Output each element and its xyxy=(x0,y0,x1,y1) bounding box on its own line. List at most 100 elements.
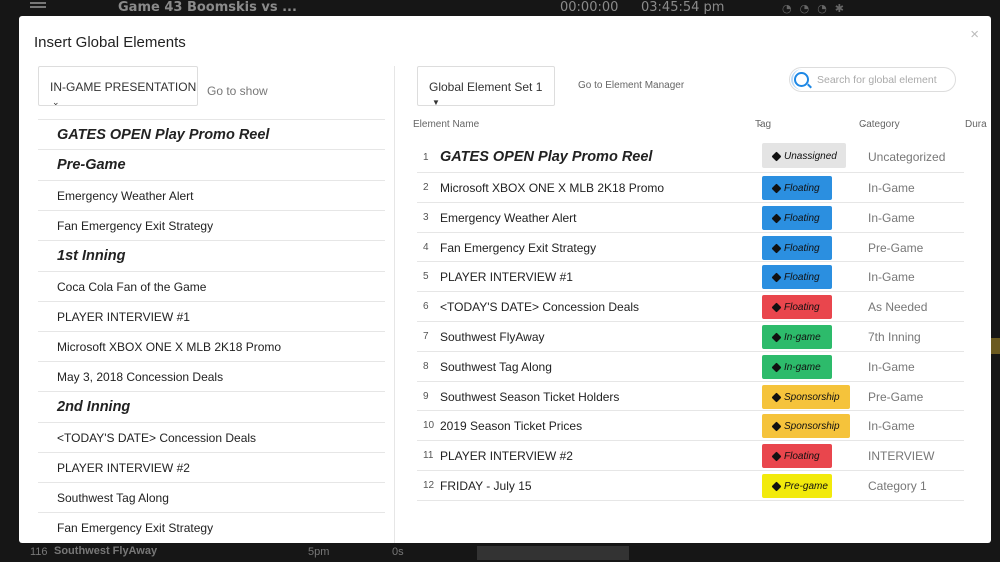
rundown-segment-header[interactable]: 1st Inning xyxy=(38,241,385,272)
background-row-name: Southwest FlyAway xyxy=(54,545,158,557)
tag-badge[interactable]: Unassigned xyxy=(762,143,846,168)
element-category: Category 1 xyxy=(868,478,927,493)
background-row-duration: 0s xyxy=(392,546,404,558)
rundown-segment-header[interactable]: GATES OPEN Play Promo Reel xyxy=(38,119,385,150)
table-row[interactable]: 5 PLAYER INTERVIEW #1 Floating In-Game xyxy=(417,262,964,293)
row-number: 7 xyxy=(423,330,429,342)
rundown-item[interactable]: <TODAY'S DATE> Concession Deals xyxy=(38,423,385,453)
tag-badge[interactable]: Floating xyxy=(762,265,832,290)
background-row-bar xyxy=(477,546,629,560)
rundown-item[interactable]: Southwest Tag Along xyxy=(38,483,385,513)
element-name: Southwest Tag Along xyxy=(440,359,552,374)
table-row[interactable]: 10 2019 Season Ticket Prices Sponsorship In… xyxy=(417,411,964,442)
background-accent-strip xyxy=(991,338,1000,354)
tag-badge[interactable]: Sponsorship xyxy=(762,384,850,409)
element-category: In-Game xyxy=(868,359,915,374)
element-category: 7th Inning xyxy=(868,329,921,344)
go-to-element-manager-link[interactable]: Go to Element Manager xyxy=(578,80,684,91)
tag-badge[interactable]: Floating xyxy=(762,205,832,230)
show-select-dropdown[interactable]: IN-GAME PRESENTATION ⌄ xyxy=(38,66,198,107)
background-game-title: Game 43 Boomskis vs ... xyxy=(118,0,297,15)
element-name: GATES OPEN Play Promo Reel xyxy=(440,149,653,165)
table-row[interactable]: 8 Southwest Tag Along In-game In-Game xyxy=(417,352,964,382)
tag-badge[interactable]: Floating xyxy=(762,444,832,469)
background-clock: 03:45:54 pm xyxy=(641,0,725,15)
show-rundown-panel: IN-GAME PRESENTATION ⌄ Go to show GATES … xyxy=(19,66,395,543)
rundown-item[interactable]: Fan Emergency Exit Strategy xyxy=(38,513,385,536)
tag-icon xyxy=(771,362,782,373)
tag-badge[interactable]: Sponsorship xyxy=(762,414,850,439)
tag-badge[interactable]: Floating xyxy=(762,176,832,200)
background-rundown-row: 116 Southwest FlyAway 5pm 0s xyxy=(0,543,1000,562)
element-name: Fan Emergency Exit Strategy xyxy=(440,240,597,255)
table-row[interactable]: 11 PLAYER INTERVIEW #2 Floating INTERVIEW xyxy=(417,441,964,471)
element-set-label: Global Element Set 1 xyxy=(429,80,543,94)
table-row[interactable]: 2 Microsoft XBOX ONE X MLB 2K18 Promo Floa… xyxy=(417,173,964,203)
go-to-show-link[interactable]: Go to show xyxy=(207,84,268,98)
element-category: Uncategorized xyxy=(868,150,946,164)
row-number: 6 xyxy=(423,301,429,313)
table-row[interactable]: 4 Fan Emergency Exit Strategy Floating Pre-… xyxy=(417,233,964,263)
tag-icon xyxy=(771,272,782,283)
chevron-down-icon: ⌄ xyxy=(52,97,60,107)
tag-icon xyxy=(771,213,782,224)
tag-badge[interactable]: In-game xyxy=(762,324,832,349)
tag-icon xyxy=(771,151,782,162)
tag-icon xyxy=(771,183,782,194)
row-number: 1 xyxy=(423,152,429,163)
table-row[interactable]: 7 Southwest FlyAway In-game 7th Inning xyxy=(417,322,964,352)
element-name: PLAYER INTERVIEW #1 xyxy=(440,270,573,285)
tag-badge[interactable]: Floating xyxy=(762,235,832,260)
background-row-time: 5pm xyxy=(308,546,330,558)
rundown-item[interactable]: Fan Emergency Exit Strategy xyxy=(38,211,385,241)
element-category: In-Game xyxy=(868,181,915,195)
table-row[interactable]: 1 GATES OPEN Play Promo Reel Unassigned Unc… xyxy=(417,140,964,173)
element-name: FRIDAY - July 15 xyxy=(440,478,532,493)
search-icon xyxy=(791,69,809,90)
rundown-segment-header[interactable]: 2nd Inning xyxy=(38,392,385,423)
tag-label: Pre-game xyxy=(784,480,828,492)
rundown-item[interactable]: Coca Cola Fan of the Game xyxy=(38,272,385,302)
rundown-item[interactable]: May 3, 2018 Concession Deals xyxy=(38,362,385,392)
rundown-item[interactable]: Microsoft XBOX ONE X MLB 2K18 Promo xyxy=(38,332,385,362)
global-element-search[interactable] xyxy=(789,67,956,92)
table-row[interactable]: 6 <TODAY'S DATE> Concession Deals Floating… xyxy=(417,292,964,322)
table-row[interactable]: 9 Southwest Season Ticket Holders Sponsors… xyxy=(417,382,964,412)
element-category: INTERVIEW xyxy=(868,449,935,464)
hamburger-menu-icon xyxy=(30,6,46,8)
table-row[interactable]: 12 FRIDAY - July 15 Pre-game Category 1 xyxy=(417,471,964,501)
tag-badge[interactable]: Floating xyxy=(762,295,832,320)
row-number: 4 xyxy=(423,241,429,253)
element-category: As Needed xyxy=(868,300,928,315)
rundown-item[interactable]: PLAYER INTERVIEW #1 xyxy=(38,302,385,332)
tag-label: Unassigned xyxy=(784,151,837,162)
tag-badge[interactable]: In-game xyxy=(762,354,832,379)
row-number: 5 xyxy=(423,271,429,283)
search-input[interactable] xyxy=(817,72,952,88)
table-row[interactable]: 3 Emergency Weather Alert Floating In-Game xyxy=(417,203,964,233)
element-name: Southwest FlyAway xyxy=(440,329,545,344)
tag-icon xyxy=(771,451,782,462)
column-element-name[interactable]: Element Name xyxy=(413,119,479,130)
tag-icon xyxy=(771,332,782,343)
column-duration[interactable]: Dura xyxy=(965,119,987,130)
tag-label: Floating xyxy=(784,183,820,194)
element-set-dropdown[interactable]: Global Element Set 1 ▼ xyxy=(417,66,555,107)
background-toolbar-icons: ◔◔◔✱ xyxy=(782,2,853,15)
tag-label: Floating xyxy=(784,242,820,254)
tag-badge[interactable]: Pre-game xyxy=(762,473,832,498)
tag-label: In-game xyxy=(784,361,821,373)
element-name: <TODAY'S DATE> Concession Deals xyxy=(440,300,640,315)
background-row-number: 116 xyxy=(30,546,48,558)
close-icon[interactable]: × xyxy=(970,26,979,43)
row-number: 3 xyxy=(423,211,429,223)
row-number: 12 xyxy=(423,479,435,491)
element-name: 2019 Season Ticket Prices xyxy=(440,419,583,434)
element-category: In-Game xyxy=(868,419,915,434)
element-name: Southwest Season Ticket Holders xyxy=(440,389,620,404)
rundown-segment-header[interactable]: Pre-Game xyxy=(38,150,385,181)
show-rundown-list[interactable]: GATES OPEN Play Promo Reel Pre-Game Emerge… xyxy=(38,119,385,536)
tag-icon xyxy=(771,302,782,313)
rundown-item[interactable]: PLAYER INTERVIEW #2 xyxy=(38,453,385,483)
rundown-item[interactable]: Emergency Weather Alert xyxy=(38,181,385,211)
